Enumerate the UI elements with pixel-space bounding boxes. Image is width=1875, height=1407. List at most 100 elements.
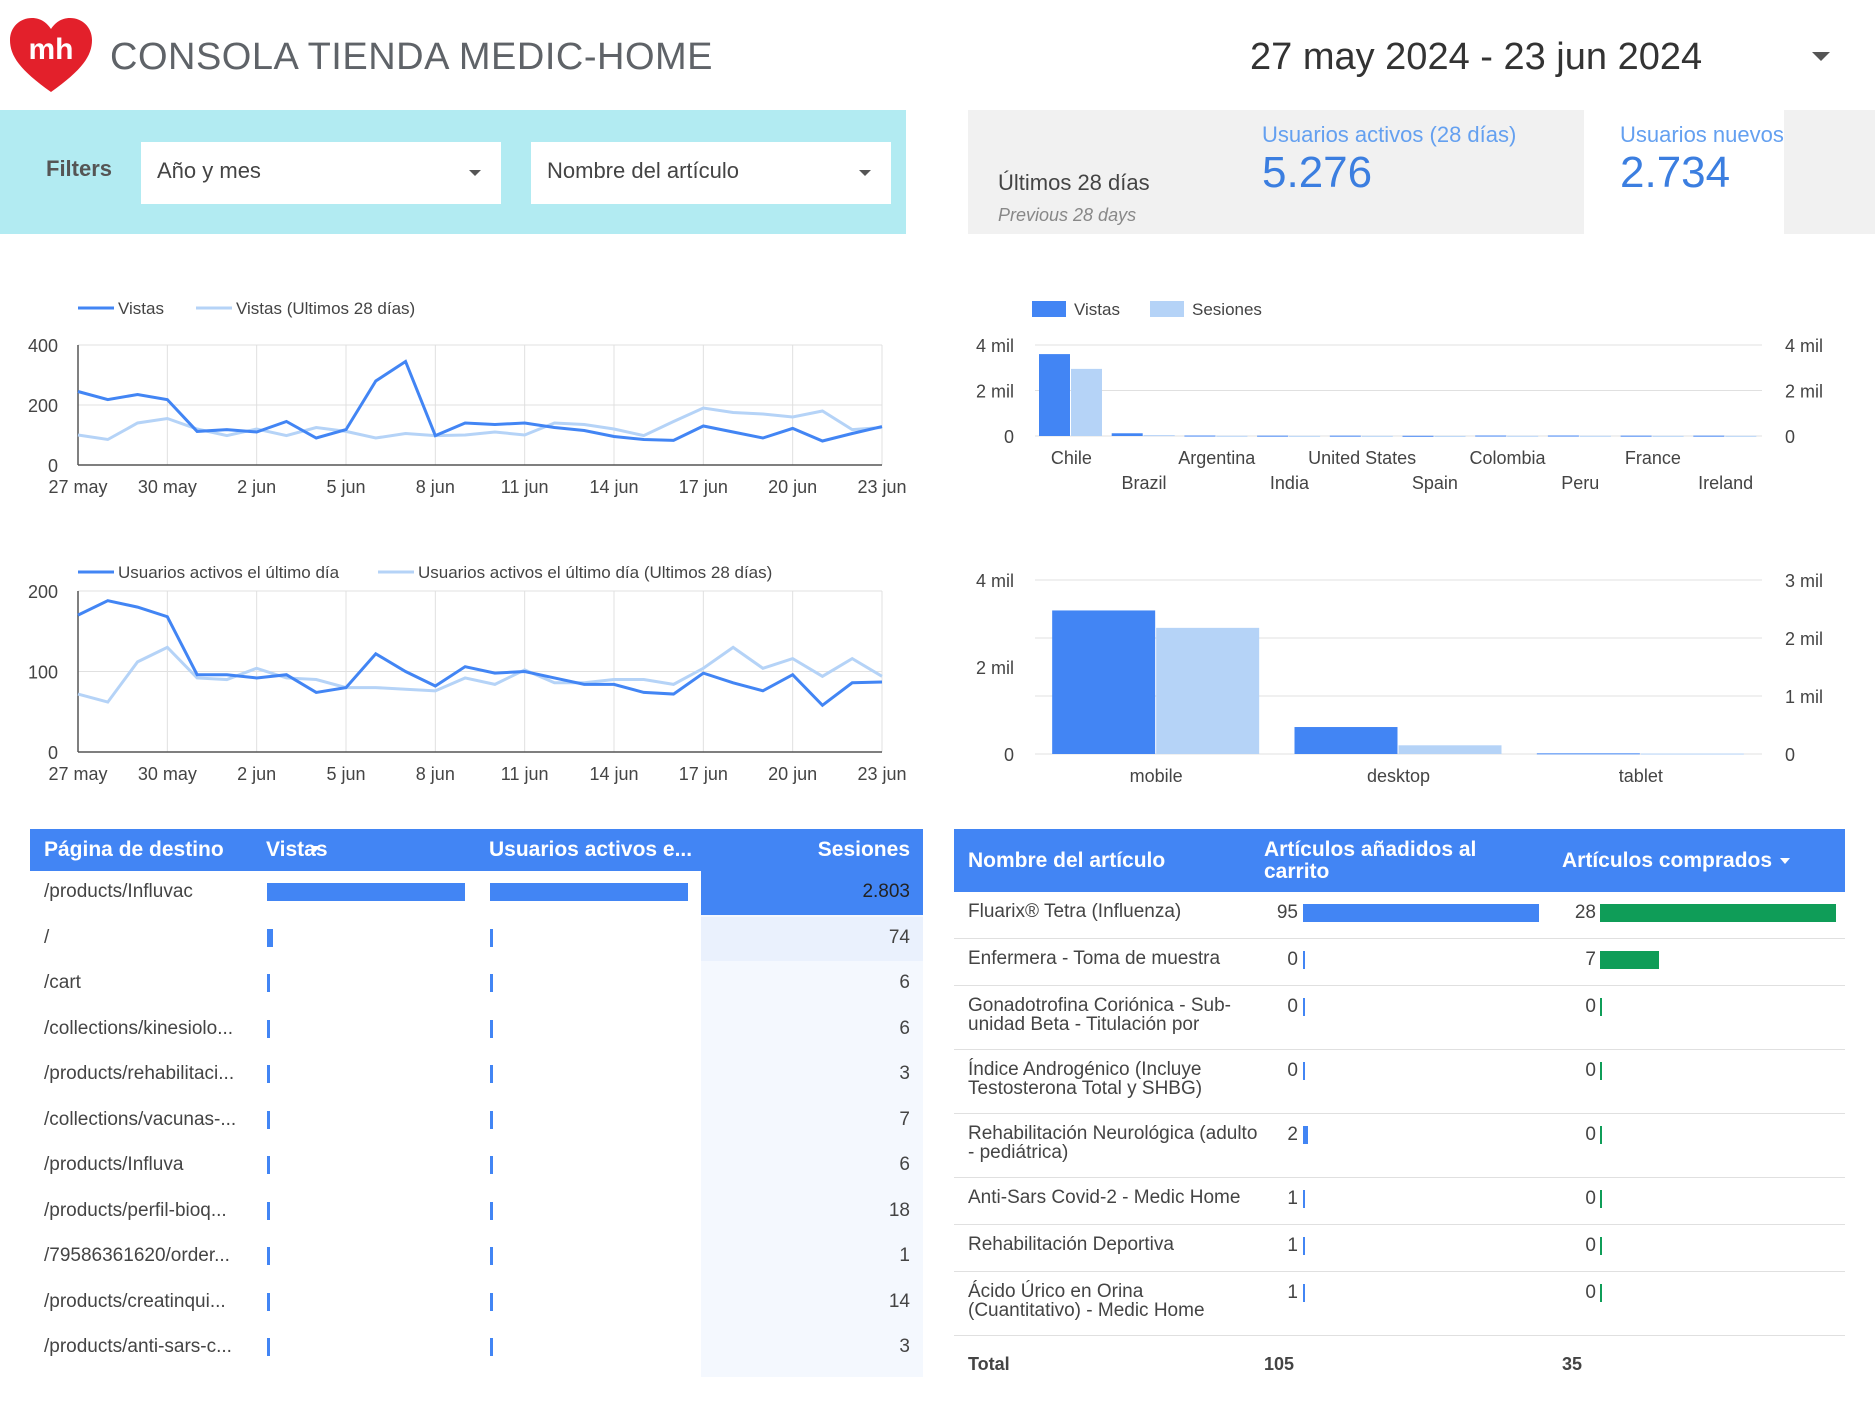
landing-page-cell[interactable]: /products/anti-sars-c... — [44, 1336, 244, 1358]
sessions-cell: 6 — [899, 972, 910, 993]
bar — [1184, 435, 1216, 437]
date-range-selector[interactable]: 27 may 2024 - 23 jun 2024 — [1250, 36, 1702, 79]
year-month-filter[interactable]: Año y mes — [141, 142, 501, 204]
x-tick-label: Chile — [1051, 448, 1092, 468]
y-tick-label: 4 mil — [976, 336, 1014, 356]
legend-label: Usuarios activos el último día (Ultimos … — [418, 563, 772, 582]
new-users-card: Usuarios nuevos 2.734 — [1584, 110, 1784, 234]
bought-value: 0 — [1585, 1235, 1596, 1256]
landing-page-cell[interactable]: /products/creatinqui... — [44, 1291, 244, 1313]
column-header-sessions[interactable]: Sesiones — [730, 838, 910, 862]
legend-swatch — [1150, 301, 1184, 317]
x-tick-label: Peru — [1561, 473, 1599, 493]
item-name-filter[interactable]: Nombre del artículo — [531, 142, 891, 204]
views-bar — [267, 1019, 270, 1038]
row-divider — [954, 1224, 1845, 1225]
views-bar — [267, 1201, 270, 1220]
added-bar — [1303, 904, 1539, 922]
bar — [1547, 435, 1579, 437]
landing-page-cell[interactable]: /collections/kinesiolo... — [44, 1018, 244, 1040]
landing-page-cell[interactable]: / — [44, 927, 244, 949]
device-bar-chart: 0 2 mil 4 mil 0 1 mil 2 mil 3 mil mobile desktop… — [976, 571, 1823, 786]
landing-page-table: Página de destino Vistas Usuarios activos … — [30, 829, 923, 1377]
legend-label: Sesiones — [1192, 300, 1262, 319]
column-header[interactable]: Artículos añadidos al carrito — [1264, 839, 1494, 883]
item-name-cell[interactable]: Gonadotrofina Coriónica - Sub-unidad Bet… — [968, 996, 1258, 1034]
landing-page-cell[interactable]: /products/Influva — [44, 1154, 244, 1176]
landing-page-cell[interactable]: /79586361620/order... — [44, 1245, 244, 1267]
bar — [1725, 435, 1757, 437]
landing-page-cell[interactable]: /collections/vacunas-... — [44, 1109, 244, 1131]
bar — [1475, 435, 1507, 437]
users-bar — [490, 883, 688, 901]
legend-label: Vistas — [118, 299, 164, 318]
bought-bar — [1600, 904, 1836, 922]
y-right-tick-label: 0 — [1785, 427, 1795, 447]
item-name-cell[interactable]: Anti-Sars Covid-2 - Medic Home — [968, 1188, 1258, 1207]
y-right-tick-label: 1 mil — [1785, 687, 1823, 707]
landing-page-cell[interactable]: /products/Influvac — [44, 881, 244, 903]
bar — [1216, 435, 1248, 437]
users-bar — [490, 1065, 493, 1083]
added-bar — [1303, 951, 1305, 969]
landing-page-cell[interactable]: /products/rehabilitaci... — [44, 1063, 244, 1085]
y-tick-label: 0 — [1004, 427, 1014, 447]
column-header[interactable]: Vistas — [266, 838, 466, 862]
column-header[interactable]: Usuarios activos e... — [489, 838, 694, 862]
bought-bar — [1600, 1284, 1602, 1302]
bought-value: 7 — [1585, 949, 1596, 970]
x-tick-label: 14 jun — [589, 764, 638, 784]
views-bar — [267, 974, 270, 992]
users-bar — [490, 928, 493, 947]
chevron-down-icon[interactable] — [1812, 52, 1830, 61]
bought-bar — [1600, 998, 1602, 1016]
bar — [1361, 435, 1393, 437]
bar — [1294, 727, 1398, 754]
row-divider — [954, 1335, 1845, 1336]
item-name-cell[interactable]: Rehabilitación Neurológica (adulto - ped… — [968, 1124, 1258, 1162]
x-tick-label: 20 jun — [768, 764, 817, 784]
column-header[interactable]: Página de destino — [44, 838, 244, 862]
bar — [1039, 354, 1070, 436]
added-value: 1 — [1287, 1282, 1298, 1303]
added-bar — [1303, 1284, 1306, 1302]
sessions-cell: 74 — [888, 926, 910, 948]
sessions-cell: 7 — [899, 1108, 910, 1130]
row-divider — [954, 1271, 1845, 1272]
legend-label: Usuarios activos el último día — [118, 563, 340, 582]
item-name-cell[interactable]: Enfermera - Toma de muestra — [968, 949, 1258, 968]
bar — [1579, 435, 1611, 437]
bar — [1289, 435, 1321, 437]
item-name-cell[interactable]: Índice Androgénico (Incluye Testosterona… — [968, 1060, 1258, 1098]
users-bar — [490, 1201, 493, 1220]
x-tick-label: 30 may — [138, 477, 197, 497]
bar — [1156, 627, 1260, 754]
y-tick-label: 400 — [28, 336, 58, 356]
total-added: 105 — [1264, 1354, 1295, 1374]
item-name-cell[interactable]: Fluarix® Tetra (Influenza) — [968, 902, 1258, 921]
bar — [1052, 610, 1156, 754]
x-tick-label: Ireland — [1698, 473, 1753, 493]
landing-page-cell[interactable]: /cart — [44, 972, 244, 994]
item-name-cell[interactable]: Rehabilitación Deportiva — [968, 1235, 1258, 1254]
y-tick-label: 200 — [28, 582, 58, 602]
added-bar — [1303, 998, 1305, 1016]
users-bar — [490, 1338, 493, 1356]
row-divider — [954, 1113, 1845, 1114]
added-bar — [1303, 1190, 1306, 1208]
views-bar — [267, 1156, 270, 1174]
item-name-cell[interactable]: Ácido Úrico en Orina (Cuantitativo) - Me… — [968, 1282, 1258, 1320]
x-tick-label: Colombia — [1470, 448, 1547, 468]
bought-bar — [1600, 1062, 1602, 1080]
sessions-cell: 6 — [899, 1017, 910, 1039]
column-header[interactable]: Artículos comprados — [1562, 849, 1772, 873]
row-divider — [954, 985, 1845, 986]
landing-page-cell[interactable]: /products/perfil-bioq... — [44, 1200, 244, 1222]
x-tick-label: 11 jun — [501, 764, 549, 784]
added-value: 1 — [1287, 1235, 1298, 1256]
total-bought: 35 — [1562, 1354, 1583, 1374]
bought-value: 0 — [1585, 1124, 1596, 1145]
x-tick-label: 8 jun — [416, 477, 455, 497]
bar — [1398, 745, 1502, 754]
column-header[interactable]: Nombre del artículo — [968, 849, 1165, 873]
